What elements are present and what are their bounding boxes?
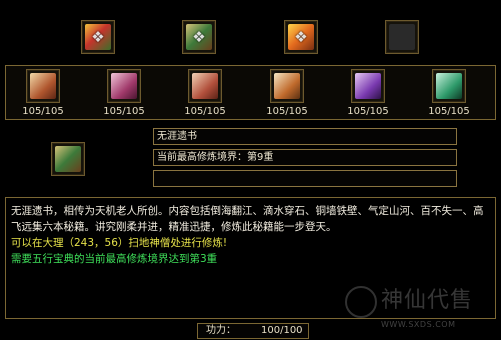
- scroll-slot-5[interactable]: [351, 69, 385, 103]
- book-glyph: ❖: [91, 28, 105, 46]
- power-label: 功力：: [206, 325, 236, 336]
- scroll-slot-2[interactable]: [107, 69, 141, 103]
- location-x: 243: [74, 237, 95, 249]
- location-y: 56: [104, 237, 118, 249]
- scroll-purple-icon: [355, 73, 381, 99]
- book-slot-2[interactable]: ❖: [182, 20, 216, 54]
- watermark-title: 神仙代售: [381, 288, 474, 313]
- watermark: 神仙代售 WWW.SXDS.COM: [345, 282, 495, 338]
- location-suffix: ）扫地神僧处进行修炼!: [117, 237, 228, 249]
- location-line: 可以在大理（243，56）扫地神僧处进行修炼!: [11, 235, 489, 251]
- book-slot-4[interactable]: [385, 20, 419, 54]
- scroll-count: 105/105: [103, 106, 145, 117]
- book-green-icon: [55, 146, 81, 172]
- scroll-count: 105/105: [184, 106, 226, 117]
- scroll-slot-6[interactable]: [432, 69, 466, 103]
- book-slot-1[interactable]: ❖: [81, 20, 115, 54]
- book-slot-3[interactable]: ❖: [284, 20, 318, 54]
- scroll-slot-4[interactable]: [270, 69, 304, 103]
- watermark-url: WWW.SXDS.COM: [381, 320, 456, 329]
- realm-box: 当前最高修炼境界：第9重: [153, 149, 457, 166]
- scroll-count: 105/105: [428, 106, 470, 117]
- location-sep: ，: [94, 237, 105, 249]
- scroll-brown-icon: [30, 73, 56, 99]
- item-name-box: 无涯遗书: [153, 128, 457, 145]
- scroll-slot-1[interactable]: [26, 69, 60, 103]
- scroll-count: 105/105: [347, 106, 389, 117]
- extra-info-box: [153, 170, 457, 187]
- scroll-red-icon: [192, 73, 218, 99]
- watermark-logo-icon: [345, 286, 377, 318]
- requirement-line: 需要五行宝典的当前最高修炼境界达到第3重: [11, 253, 218, 265]
- scroll-pink-icon: [111, 73, 137, 99]
- book-glyph: [386, 21, 418, 53]
- location-prefix: 可以在大理（: [11, 237, 74, 249]
- power-value: 100/100: [261, 325, 303, 336]
- scroll-tan-icon: [274, 73, 300, 99]
- scroll-count: 105/105: [22, 106, 64, 117]
- selected-item-slot[interactable]: [51, 142, 85, 176]
- book-glyph: ❖: [192, 28, 206, 46]
- power-bar: 功力： 100/100: [197, 323, 309, 339]
- book-glyph: ❖: [294, 28, 308, 46]
- description-text: 无涯遗书，相传为天机老人所创。内容包括倒海翻江、滴水穿石、铜墙铁壁、气定山河、百…: [11, 203, 489, 267]
- description-intro: 无涯遗书，相传为天机老人所创。内容包括倒海翻江、滴水穿石、铜墙铁壁、气定山河、百…: [11, 205, 484, 233]
- scroll-slot-3[interactable]: [188, 69, 222, 103]
- scroll-teal-icon: [436, 73, 462, 99]
- scroll-count: 105/105: [266, 106, 308, 117]
